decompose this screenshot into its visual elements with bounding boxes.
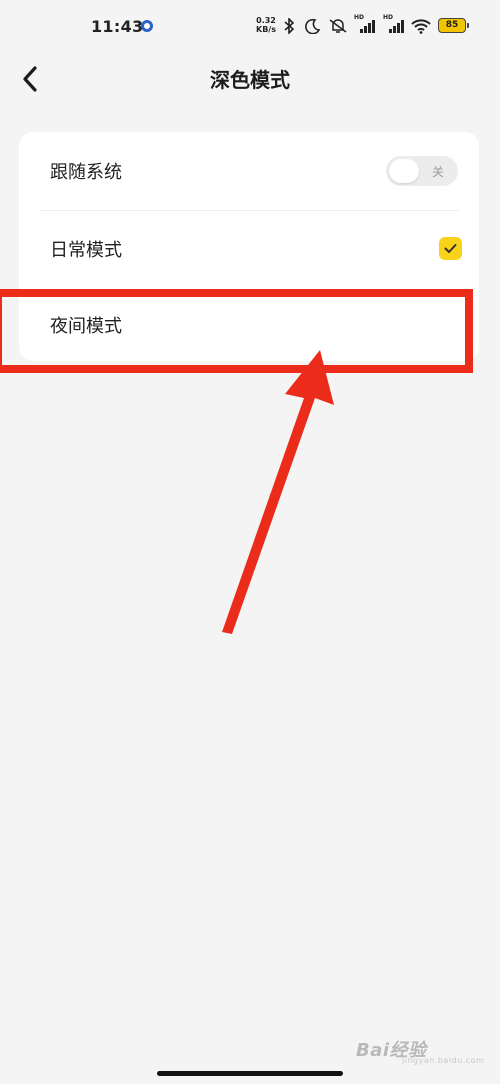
do-not-disturb-moon-icon <box>305 18 321 34</box>
status-time: 11:43 <box>91 17 144 36</box>
signal-strength-1-icon <box>360 20 375 33</box>
option-label: 夜间模式 <box>50 316 122 337</box>
option-night-mode[interactable]: 夜间模式 <box>19 286 479 364</box>
silent-bell-icon <box>329 19 347 33</box>
signal-strength-2-icon <box>389 20 404 33</box>
battery-level: 85 <box>445 20 459 30</box>
option-label: 日常模式 <box>50 240 122 261</box>
follow-system-toggle[interactable]: 关 <box>386 156 458 186</box>
baidu-jingyan-watermark: Bai经验 jingyan.baidu.com <box>356 1040 485 1065</box>
option-follow-system[interactable]: 跟随系统 关 <box>19 132 479 210</box>
page-title: 深色模式 <box>210 68 290 92</box>
network-speed: 0.32 KB/s <box>256 16 276 34</box>
battery-icon: 85 <box>438 18 469 33</box>
wifi-icon <box>411 19 431 34</box>
dark-mode-options-card: 跟随系统 关 日常模式 夜间模式 <box>19 132 479 361</box>
home-indicator[interactable] <box>157 1071 343 1076</box>
option-label: 跟随系统 <box>50 162 122 183</box>
toggle-knob <box>389 159 419 183</box>
location-indicator-icon <box>141 20 153 32</box>
checkmark-icon <box>439 237 462 260</box>
status-bar: 11:43 0.32 KB/s HD HD 85 <box>0 0 500 56</box>
bluetooth-icon <box>284 18 295 34</box>
toggle-state-text: 关 <box>431 165 444 179</box>
option-day-mode[interactable]: 日常模式 <box>19 210 479 288</box>
